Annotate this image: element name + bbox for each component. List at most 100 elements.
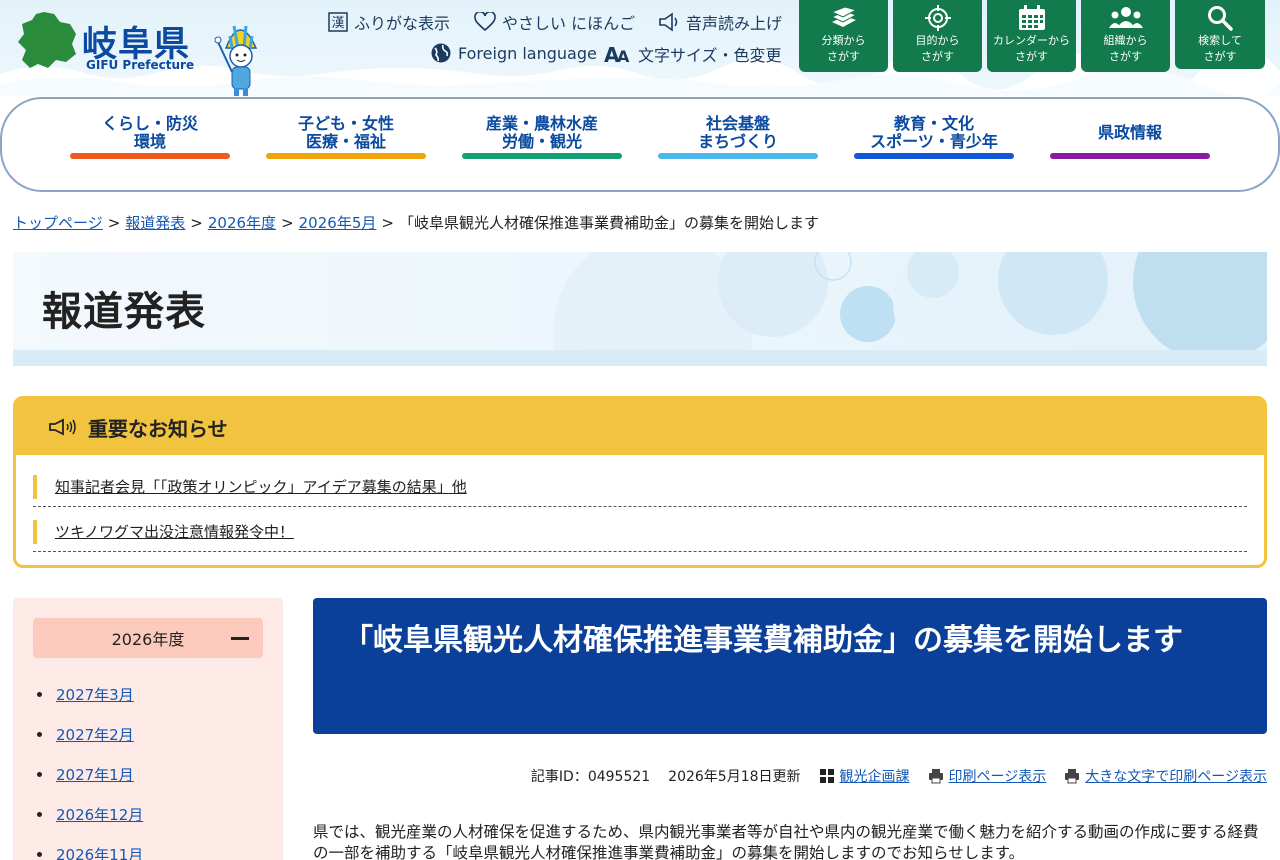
page-title-banner: 報道発表 — [13, 252, 1267, 366]
print-page-link[interactable]: 印刷ページ表示 — [949, 766, 1047, 786]
gnav-underline — [1050, 153, 1210, 159]
globe-icon — [431, 43, 451, 63]
search-by-organization-line2: さがす — [1109, 50, 1142, 63]
breadcrumb-separator: > — [107, 214, 121, 232]
foreign-language-link[interactable]: Foreign language — [430, 42, 597, 64]
gnav-item-infrastructure[interactable]: 社会基盤 まちづくり — [658, 113, 818, 173]
gnav-underline — [658, 153, 818, 159]
notice-link-bear-warning[interactable]: ツキノワグマ出没注意情報発令中！ — [55, 521, 294, 542]
list-item: 2027年1月 — [37, 754, 143, 794]
gnav-underline — [266, 153, 426, 159]
gnav-item-education-culture[interactable]: 教育・文化 スポーツ・青少年 — [854, 113, 1014, 173]
easy-japanese-link[interactable]: やさしい にほんご — [474, 10, 635, 34]
notice-item: ツキノワグマ出没注意情報発令中！ — [33, 512, 1247, 552]
breadcrumb-link-top[interactable]: トップページ — [13, 214, 103, 232]
search-by-category-line2: さがす — [827, 50, 860, 63]
bullet-icon — [37, 691, 42, 697]
sidebar-year-label: 2026年度 — [111, 630, 185, 649]
search-by-organization-line1: 組織から — [1103, 34, 1148, 47]
notice-header: 重要なお知らせ — [16, 399, 1264, 455]
grid-icon — [819, 769, 834, 783]
sidebar-month-link[interactable]: 2027年1月 — [56, 764, 134, 785]
font-color-change-label: 文字サイズ・色変更 — [638, 46, 782, 65]
search-by-calendar-line1: カレンダーから — [993, 34, 1070, 47]
megaphone-icon — [49, 418, 76, 436]
breadcrumb-link-year[interactable]: 2026年度 — [208, 214, 276, 232]
search-by-keyword-line1: 検索して — [1198, 34, 1242, 47]
heart-icon — [474, 12, 496, 32]
list-item: 2026年11月 — [37, 834, 143, 860]
sidebar-month-link[interactable]: 2027年3月 — [56, 684, 134, 705]
easy-japanese-label: やさしい にほんご — [502, 14, 636, 33]
sidebar-month-link[interactable]: 2026年12月 — [56, 804, 143, 825]
article-body: 県では、観光産業の人材確保を促進するため、県内観光事業者等が自社や県内の観光産業… — [313, 823, 1259, 860]
breadcrumb-link-month[interactable]: 2026年5月 — [299, 214, 377, 232]
font-color-change-link[interactable]: AA 文字サイズ・色変更 — [604, 42, 782, 66]
breadcrumb-link-press[interactable]: 報道発表 — [125, 214, 185, 232]
bullet-icon — [37, 811, 42, 817]
print-group: 印刷ページ表示 — [928, 766, 1047, 786]
gnav-label: 県政情報 — [1097, 123, 1162, 142]
furigana-toggle[interactable]: 漢 ふりがな表示 — [328, 10, 450, 34]
list-item: 2026年12月 — [37, 794, 143, 834]
site-header: 岐阜県 GIFU Prefecture 漢 ふりがな表示 やさしい にほんご 音… — [0, 0, 1280, 96]
search-by-calendar-button[interactable]: カレンダーから さがす — [987, 0, 1076, 72]
sidebar-archive: 2026年度 2027年3月 2027年2月 2027年1月 2026年12月 … — [13, 598, 283, 860]
search-by-keyword-button[interactable]: 検索して さがす — [1175, 0, 1265, 69]
gnav-underline — [462, 153, 622, 159]
bullet-icon — [37, 851, 42, 857]
site-logo[interactable]: 岐阜県 GIFU Prefecture — [14, 10, 204, 76]
search-buttons: 分類から さがす 目的から さがす カレンダーから さがす 組織から さがす 検… — [799, 0, 1265, 72]
target-icon — [924, 5, 951, 31]
search-by-purpose-line1: 目的から — [915, 34, 960, 47]
search-by-keyword-line2: さがす — [1203, 50, 1237, 63]
svg-text:漢: 漢 — [331, 16, 344, 31]
calendar-icon — [1018, 5, 1045, 30]
page-title: 報道発表 — [42, 289, 206, 335]
gnav-item-life-disaster[interactable]: くらし・防災 環境 — [70, 113, 230, 173]
kanji-icon: 漢 — [328, 12, 348, 32]
search-icon — [1208, 6, 1233, 31]
people-icon — [1108, 7, 1143, 28]
notice-link-press-conference[interactable]: 知事記者会見「「政策オリンピック」アイデア募集の結果」他 — [55, 476, 467, 497]
gnav-underline — [70, 153, 230, 159]
breadcrumb-separator: > — [190, 214, 203, 232]
gnav-label: 教育・文化 スポーツ・青少年 — [870, 114, 998, 151]
gifu-map-icon — [18, 12, 76, 68]
article-updated: 2026年5月18日更新 — [668, 769, 801, 785]
search-by-category-line1: 分類から — [821, 34, 866, 47]
voice-reader-link[interactable]: 音声読み上げ — [658, 10, 782, 34]
department-link[interactable]: 観光企画課 — [840, 766, 910, 786]
search-by-category-button[interactable]: 分類から さがす — [799, 0, 888, 72]
gnav-item-industry-tourism[interactable]: 産業・農林水産 労働・観光 — [462, 113, 622, 173]
notice-marker — [33, 474, 37, 499]
breadcrumb: トップページ > 報道発表 >2026年度 >2026年5月 > 「岐阜県観光人材確保推進事… — [13, 212, 819, 233]
article-id: 記事ID：0495521 — [530, 769, 651, 785]
search-by-organization-button[interactable]: 組織から さがす — [1081, 0, 1170, 72]
breadcrumb-separator: > — [381, 214, 394, 232]
sidebar-year-toggle[interactable]: 2026年度 — [33, 618, 263, 658]
global-nav: くらし・防災 環境 子ども・女性 医療・福祉 産業・農林水産 労働・観光 社会基… — [0, 97, 1280, 192]
svg-text:A: A — [617, 47, 630, 65]
gnav-label: 子ども・女性 医療・福祉 — [297, 114, 394, 151]
gnav-item-children-welfare[interactable]: 子ども・女性 医療・福祉 — [266, 113, 426, 173]
breadcrumb-separator: > — [281, 214, 294, 232]
printer-icon — [928, 769, 943, 784]
print-large-group: 大きな文字で印刷ページ表示 — [1064, 766, 1267, 786]
gnav-underline — [854, 153, 1014, 159]
important-notice: 重要なお知らせ 知事記者会見「「政策オリンピック」アイデア募集の結果」他 ツキノ… — [13, 396, 1267, 568]
foreign-language-label: Foreign language — [458, 43, 597, 63]
print-large-page-link[interactable]: 大きな文字で印刷ページ表示 — [1085, 766, 1267, 786]
banner-strip — [13, 350, 1267, 366]
gnav-label: 産業・農林水産 労働・観光 — [485, 114, 598, 151]
sidebar-month-link[interactable]: 2026年11月 — [56, 844, 143, 860]
article-title: 「岐阜県観光人材確保推進事業費補助金」の募集を開始します — [313, 598, 1267, 734]
bullet-icon — [37, 771, 42, 777]
notice-title: 重要なお知らせ — [88, 416, 228, 441]
search-by-purpose-button[interactable]: 目的から さがす — [893, 0, 982, 72]
gnav-label: くらし・防災 環境 — [101, 114, 198, 151]
gnav-item-prefectural-info[interactable]: 県政情報 — [1050, 113, 1210, 173]
sidebar-month-link[interactable]: 2027年2月 — [56, 724, 134, 745]
collapse-minus-icon — [231, 637, 249, 640]
printer-icon — [1065, 769, 1080, 784]
